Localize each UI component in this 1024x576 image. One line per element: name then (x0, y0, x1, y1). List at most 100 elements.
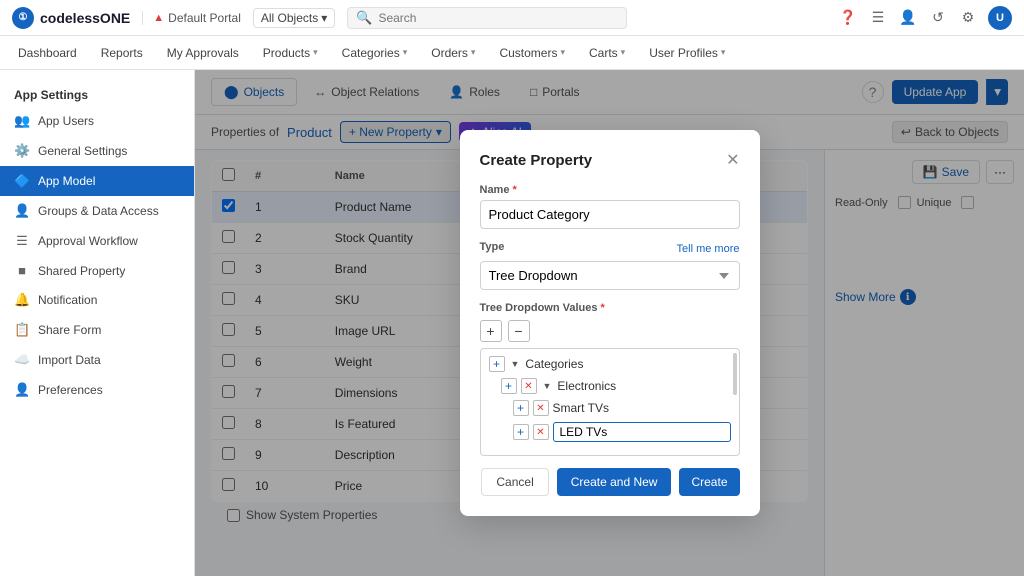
name-input[interactable] (480, 200, 740, 229)
menu-item-approvals[interactable]: My Approvals (165, 40, 241, 66)
menu-item-customers[interactable]: Customers ▾ (497, 40, 567, 66)
electronics-remove-button[interactable]: ✕ (521, 378, 537, 394)
logo-text: codelessONE (40, 10, 130, 26)
type-select[interactable]: Tree Dropdown (480, 261, 740, 290)
menu-item-products[interactable]: Products ▾ (261, 40, 320, 66)
search-icon: 🔍 (356, 10, 372, 26)
all-objects-button[interactable]: All Objects ▾ (253, 8, 335, 28)
sidebar: App Settings 👥 App Users ⚙️ General Sett… (0, 70, 195, 576)
portal-icon: ▲ (153, 12, 164, 24)
main-layout: App Settings 👥 App Users ⚙️ General Sett… (0, 70, 1024, 576)
modal-footer: Cancel Create and New Create (480, 468, 740, 496)
sidebar-label-groups: Groups & Data Access (38, 204, 159, 218)
top-navigation: ① codelessONE ▲ Default Portal All Objec… (0, 0, 1024, 36)
tree-item-categories: + ▼ Categories (481, 353, 739, 375)
avatar[interactable]: U (988, 6, 1012, 30)
menu-item-reports[interactable]: Reports (99, 40, 145, 66)
sidebar-label-notification: Notification (38, 293, 97, 307)
categories-add-button[interactable]: + (489, 356, 505, 372)
sidebar-item-notification[interactable]: 🔔 Notification (0, 285, 194, 315)
electronics-add-button[interactable]: + (501, 378, 517, 394)
sidebar-item-import-data[interactable]: ☁️ Import Data (0, 345, 194, 375)
categories-chevron-icon: ▼ (511, 359, 520, 369)
sidebar-item-shared-property[interactable]: ■ Shared Property (0, 256, 194, 285)
electronics-label: Electronics (557, 379, 616, 393)
create-and-new-button[interactable]: Create and New (557, 468, 672, 496)
share-form-icon: 📋 (14, 322, 30, 338)
tree-add-button[interactable]: + (480, 320, 502, 342)
general-settings-icon: ⚙️ (14, 143, 30, 159)
modal-close-button[interactable]: ✕ (726, 150, 739, 170)
led-tvs-add-button[interactable]: + (513, 424, 529, 440)
electronics-chevron-icon: ▼ (543, 381, 552, 391)
type-row: Type Tell me more (480, 241, 740, 257)
led-tvs-remove-button[interactable]: ✕ (533, 424, 549, 440)
tree-toolbar: + − (480, 320, 740, 342)
menu-item-userprofiles[interactable]: User Profiles ▾ (647, 40, 727, 66)
search-bar[interactable]: 🔍 (347, 7, 627, 29)
modal-header: Create Property ✕ (480, 150, 740, 170)
name-required-star: * (513, 184, 517, 196)
sidebar-item-approval-workflow[interactable]: ☰ Approval Workflow (0, 226, 194, 256)
tell-me-more-link[interactable]: Tell me more (677, 243, 740, 255)
sidebar-label-import-data: Import Data (38, 353, 101, 367)
help-icon[interactable]: ❓ (838, 8, 858, 28)
categories-label: Categories (525, 357, 583, 371)
sidebar-item-general-settings[interactable]: ⚙️ General Settings (0, 136, 194, 166)
tree-item-electronics: + ✕ ▼ Electronics (493, 375, 739, 397)
shared-property-icon: ■ (14, 263, 30, 278)
sidebar-item-share-form[interactable]: 📋 Share Form (0, 315, 194, 345)
create-button[interactable]: Create (679, 468, 739, 496)
tree-scrollbar[interactable] (733, 353, 737, 395)
content-area: ⬤ Objects ↔ Object Relations 👤 Roles □ P… (195, 70, 1024, 576)
cancel-button[interactable]: Cancel (481, 468, 548, 496)
sidebar-item-app-users[interactable]: 👥 App Users (0, 106, 194, 136)
search-input[interactable] (378, 11, 618, 25)
nav-icons: ❓ ☰ 👤 ↺ ⚙ U (838, 6, 1012, 30)
app-model-icon: 🔷 (14, 173, 30, 189)
menu-item-orders[interactable]: Orders ▾ (429, 40, 477, 66)
smart-tvs-label: Smart TVs (553, 401, 609, 415)
sidebar-title: App Settings (0, 82, 194, 106)
tree-remove-button[interactable]: − (508, 320, 530, 342)
users-nav-icon[interactable]: 👤 (898, 8, 918, 28)
import-data-icon: ☁️ (14, 352, 30, 368)
sidebar-item-preferences[interactable]: 👤 Preferences (0, 375, 194, 405)
sidebar-item-app-model[interactable]: 🔷 App Model (0, 166, 194, 196)
smart-tvs-remove-button[interactable]: ✕ (533, 400, 549, 416)
portal-badge: ▲ Default Portal (142, 11, 241, 25)
led-tvs-input[interactable] (553, 422, 731, 442)
sidebar-item-groups[interactable]: 👤 Groups & Data Access (0, 196, 194, 226)
sidebar-label-preferences: Preferences (38, 383, 103, 397)
sidebar-label-shared-property: Shared Property (38, 264, 125, 278)
sidebar-label-share-form: Share Form (38, 323, 101, 337)
modal-title: Create Property (480, 152, 593, 169)
create-property-modal: Create Property ✕ Name * Type Tell me mo… (460, 130, 760, 516)
sidebar-label-general-settings: General Settings (38, 144, 127, 158)
menu-bar: Dashboard Reports My Approvals Products … (0, 36, 1024, 70)
sidebar-label-app-model: App Model (38, 174, 95, 188)
smart-tvs-add-button[interactable]: + (513, 400, 529, 416)
tree-required-star: * (601, 302, 605, 314)
settings-icon[interactable]: ⚙ (958, 8, 978, 28)
tree-values-container: + ▼ Categories + ✕ ▼ Electronics (480, 348, 740, 456)
groups-icon: 👤 (14, 203, 30, 219)
tree-scroll[interactable]: + ▼ Categories + ✕ ▼ Electronics (481, 349, 739, 455)
modal-overlay: Create Property ✕ Name * Type Tell me mo… (195, 70, 1024, 576)
sidebar-label-app-users: App Users (38, 114, 94, 128)
preferences-icon: 👤 (14, 382, 30, 398)
menu-item-categories[interactable]: Categories ▾ (340, 40, 410, 66)
app-users-icon: 👥 (14, 113, 30, 129)
portal-name: Default Portal (168, 11, 241, 25)
notification-icon: 🔔 (14, 292, 30, 308)
menu-item-dashboard[interactable]: Dashboard (16, 40, 79, 66)
name-field-label: Name * (480, 184, 740, 196)
history-icon[interactable]: ↺ (928, 8, 948, 28)
approval-icon: ☰ (14, 233, 30, 249)
menu-item-carts[interactable]: Carts ▾ (587, 40, 627, 66)
menu-icon[interactable]: ☰ (868, 8, 888, 28)
logo: ① codelessONE (12, 7, 130, 29)
sidebar-label-approval: Approval Workflow (38, 234, 138, 248)
type-field-label: Type (480, 241, 505, 253)
logo-icon: ① (12, 7, 34, 29)
